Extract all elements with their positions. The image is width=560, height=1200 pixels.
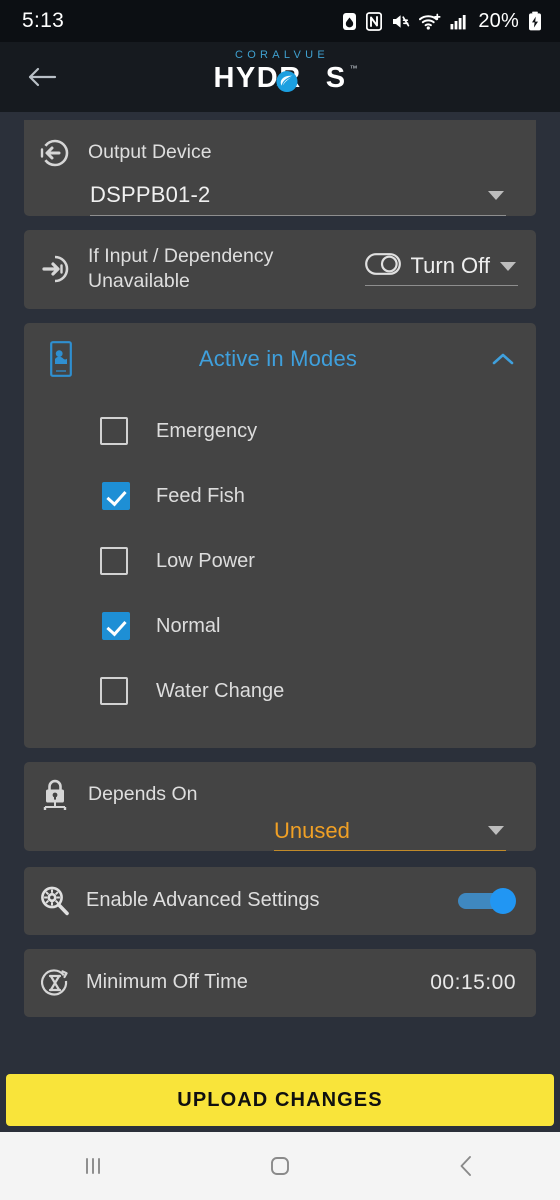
upload-button-container: UPLOAD CHANGES <box>0 1074 560 1132</box>
list-item[interactable]: Low Power <box>24 529 536 594</box>
brand-coralvue-text: CORALVUE <box>234 49 330 61</box>
settings-scroll-area[interactable]: Output Device DSPPB01-2 If Input / Depen… <box>0 112 560 1074</box>
status-bar: 5:13 20% <box>0 0 560 42</box>
status-clock: 5:13 <box>22 9 65 32</box>
input-arrow-icon <box>38 252 72 286</box>
toggle-switch-icon <box>364 252 401 280</box>
lock-network-icon <box>38 778 72 812</box>
minimum-off-time-row[interactable]: Minimum Off Time 00:15:00 <box>24 948 536 1017</box>
dependency-label-line1: If Input / Dependency <box>88 245 274 267</box>
depends-on-select[interactable]: Unused <box>274 818 506 851</box>
nfc-icon <box>366 11 383 31</box>
chevron-down-icon <box>488 190 504 200</box>
list-item-label: Feed Fish <box>156 484 245 507</box>
active-in-modes-list: Emergency Feed Fish Low Power Normal Wat <box>24 391 536 748</box>
list-item[interactable]: Feed Fish <box>24 464 536 529</box>
upload-changes-button[interactable]: UPLOAD CHANGES <box>6 1074 554 1126</box>
output-device-label: Output Device <box>88 141 212 163</box>
list-item[interactable]: Water Change <box>24 659 536 724</box>
dependency-label-line2: Unavailable <box>88 270 190 293</box>
cellular-signal-icon <box>450 12 467 31</box>
system-navigation-bar <box>0 1132 560 1200</box>
trademark-symbol: ™ <box>349 64 358 73</box>
checkbox-normal[interactable] <box>102 612 130 641</box>
output-device-header: Output Device <box>24 120 536 170</box>
output-device-select[interactable]: DSPPB01-2 <box>90 182 506 216</box>
app-logo: CORALVUE HYDROS ™ <box>213 49 357 94</box>
back-arrow-icon[interactable] <box>20 55 64 99</box>
wifi-icon <box>419 12 441 31</box>
output-device-value: DSPPB01-2 <box>90 182 211 207</box>
dependency-label-group: If Input / Dependency Unavailable <box>38 244 365 295</box>
checkbox-water-change[interactable] <box>100 677 128 706</box>
back-icon[interactable] <box>427 1132 507 1200</box>
active-in-modes-card: Active in Modes Emergency Feed Fish Low … <box>24 322 536 748</box>
chevron-down-icon <box>500 261 516 271</box>
list-item-label: Water Change <box>156 679 285 702</box>
depends-on-value: Unused <box>274 817 350 843</box>
list-item-label: Emergency <box>156 419 258 442</box>
depends-on-header: Depends On <box>24 762 536 812</box>
output-device-card: Output Device DSPPB01-2 <box>24 120 536 216</box>
water-drop-icon <box>342 12 357 31</box>
list-item-label: Normal <box>156 614 221 637</box>
active-in-modes-title: Active in Modes <box>198 345 358 371</box>
app-bar: CORALVUE HYDROS ™ <box>0 42 560 112</box>
minimum-off-time-label: Minimum Off Time <box>86 971 248 994</box>
depends-on-card: Depends On Unused <box>24 761 536 851</box>
depends-on-label: Depends On <box>88 782 198 805</box>
hourglass-icon <box>38 966 72 1000</box>
battery-percent-label: 20% <box>478 9 519 32</box>
enable-advanced-settings-label: Enable Advanced Settings <box>86 889 320 912</box>
mute-icon <box>391 12 410 31</box>
minimum-off-time-value: 00:15:00 <box>430 970 516 994</box>
chevron-up-icon[interactable] <box>492 352 514 366</box>
checkbox-feed-fish[interactable] <box>102 482 130 511</box>
advanced-settings-toggle[interactable] <box>458 887 516 914</box>
output-arrow-icon <box>38 136 72 170</box>
dependency-unavailable-card: If Input / Dependency Unavailable Turn O… <box>24 230 536 309</box>
dependency-label: If Input / Dependency Unavailable <box>88 244 273 295</box>
dependency-action-value: Turn Off <box>410 253 490 279</box>
home-icon[interactable] <box>240 1132 320 1200</box>
brand-hydros-right: S <box>325 62 347 94</box>
brand-hydros-text: HYDROS ™ <box>213 62 357 94</box>
list-item[interactable]: Normal <box>24 594 536 659</box>
list-item[interactable]: Emergency <box>24 399 536 464</box>
leaf-circle-icon <box>276 70 298 93</box>
gear-magnifier-icon <box>38 884 72 918</box>
recents-icon[interactable] <box>53 1132 133 1200</box>
checkbox-low-power[interactable] <box>100 547 128 576</box>
battery-charging-icon <box>528 11 542 31</box>
app-screen: 5:13 20% CORALVUE HYDR S ™ Output Device… <box>0 0 560 1200</box>
list-item-label: Low Power <box>156 549 255 572</box>
dependency-action-select[interactable]: Turn Off <box>364 252 518 286</box>
active-in-modes-header[interactable]: Active in Modes <box>24 323 536 391</box>
checkbox-emergency[interactable] <box>100 417 128 446</box>
status-icon-tray: 20% <box>342 10 542 33</box>
enable-advanced-settings-row[interactable]: Enable Advanced Settings <box>24 866 536 935</box>
toggle-knob <box>490 887 516 914</box>
chevron-down-icon <box>488 826 504 836</box>
